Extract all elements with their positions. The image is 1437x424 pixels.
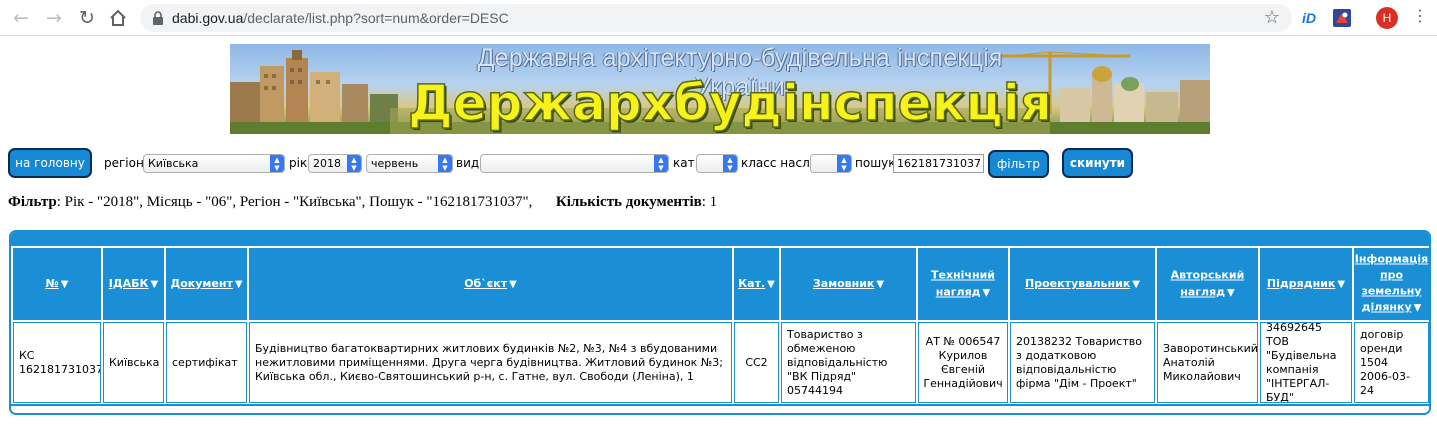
table-cell-customer: Товариство з обмеженою відповідальністю …	[781, 322, 916, 403]
table-cell-idabk: Київська	[103, 322, 164, 403]
table-cell-tech-supervision: АТ № 006547 Курилов Євгеній Геннадійович	[918, 322, 1008, 403]
column-header-tech-supervision[interactable]: Технічний нагляд ▼	[918, 248, 1008, 320]
url-text: dabi.gov.ua/declarate/list.php?sort=num&…	[172, 10, 509, 26]
select-arrows-icon: ▲ ▼	[270, 155, 284, 172]
sort-down-icon: ▼	[60, 279, 69, 290]
forward-arrow-icon[interactable]: →	[43, 7, 65, 29]
sort-link-land-info[interactable]: Інформація про земельну ділянку ▼	[1354, 252, 1429, 317]
column-header-document[interactable]: Документ ▼	[166, 248, 247, 320]
sort-down-icon: ▼	[150, 279, 159, 290]
table-cell-object: Будівництво багатоквартирних житлових бу…	[249, 322, 732, 403]
sort-link-idabk[interactable]: ІДАБК ▼	[103, 275, 164, 293]
extension-icon[interactable]	[1333, 9, 1351, 27]
column-header-number[interactable]: № ▼	[13, 248, 101, 320]
column-header-land-info[interactable]: Інформація про земельну ділянку ▼	[1354, 248, 1429, 320]
reload-icon[interactable]: ↻	[76, 7, 98, 29]
search-label: пошук	[855, 156, 896, 170]
sort-link-author-supervision[interactable]: Авторський нагляд ▼	[1157, 267, 1258, 302]
table-cell-designer: 20138232 Товариство з додатковою відпові…	[1010, 322, 1155, 403]
table-cell-contractor: 34692645 ТОВ "Будівельна компанія "ІНТЕР…	[1260, 322, 1352, 403]
column-header-customer[interactable]: Замовник ▼	[781, 248, 916, 320]
column-header-author-supervision[interactable]: Авторський нагляд ▼	[1157, 248, 1258, 320]
sort-link-object[interactable]: Об`єкт ▼	[249, 275, 732, 293]
table-cell-author-supervision: Заворотинський Анатолій Миколайович	[1157, 322, 1258, 403]
sort-down-icon: ▼	[982, 287, 991, 299]
sort-link-document[interactable]: Документ ▼	[166, 275, 247, 293]
column-header-object[interactable]: Об`єкт ▼	[249, 248, 732, 320]
site-banner: Державна архітектурно-будівельна інспекц…	[230, 44, 1210, 134]
sort-link-tech-supervision[interactable]: Технічний нагляд ▼	[918, 267, 1008, 302]
table-cell-document: сертифікат	[166, 322, 247, 403]
select-arrows-icon: ▲ ▼	[723, 155, 737, 172]
extension-id-icon[interactable]: iD	[1300, 9, 1318, 27]
select-arrows-icon: ▲ ▼	[654, 155, 668, 172]
reset-button[interactable]: скинути	[1062, 148, 1133, 178]
sort-link-category[interactable]: Кат. ▼	[734, 275, 779, 293]
year-select-value: 2018	[313, 157, 341, 170]
type-label: вид	[456, 156, 480, 170]
sort-down-icon: ▼	[234, 279, 243, 290]
search-input[interactable]: 162181731037	[893, 154, 984, 173]
home-button[interactable]: на головну	[8, 148, 92, 178]
table-bottom-bar	[11, 404, 1429, 413]
year-select[interactable]: 2018 ▲ ▼	[308, 154, 362, 173]
address-bar[interactable]: dabi.gov.ua/declarate/list.php?sort=num&…	[140, 4, 1292, 32]
column-header-category[interactable]: Кат. ▼	[734, 248, 779, 320]
select-arrows-icon: ▲ ▼	[837, 155, 851, 172]
sort-link-number[interactable]: № ▼	[13, 275, 101, 293]
sort-down-icon: ▼	[1413, 302, 1422, 314]
filter-summary-label: Фільтр	[8, 194, 57, 210]
filter-summary: Фільтр: Рік - "2018", Місяць - "06", Рег…	[8, 194, 717, 211]
table-cell-category: СС2	[734, 322, 779, 403]
sort-link-contractor[interactable]: Підрядник ▼	[1260, 275, 1352, 293]
month-select-value: червень	[371, 157, 419, 170]
sort-down-icon: ▼	[767, 279, 775, 290]
lock-icon	[153, 11, 163, 25]
region-select[interactable]: Київська ▲ ▼	[143, 154, 285, 173]
select-arrows-icon: ▲ ▼	[347, 155, 361, 172]
sort-link-customer[interactable]: Замовник ▼	[781, 275, 916, 293]
table-cell-land-info: договір оренди 1504 2006-03-24	[1354, 322, 1429, 403]
profile-avatar[interactable]: H	[1376, 7, 1398, 29]
filter-button[interactable]: фільтр	[988, 150, 1049, 178]
bookmark-star-icon[interactable]: ☆	[1264, 7, 1280, 28]
browser-menu-icon[interactable]: ⋮	[1412, 6, 1428, 25]
sort-link-designer[interactable]: Проектувальник ▼	[1010, 275, 1155, 293]
banner-title: Держархбудінспекція України	[407, 73, 1052, 134]
category-select[interactable]: ▲ ▼	[696, 154, 738, 173]
table-cell-number: КС 162181731037	[13, 322, 101, 403]
month-select[interactable]: червень ▲ ▼	[366, 154, 453, 173]
type-select[interactable]: ▲ ▼	[480, 154, 669, 173]
document-count-label: Кількість документів	[555, 194, 702, 210]
column-header-designer[interactable]: Проектувальник ▼	[1010, 248, 1155, 320]
sort-down-icon: ▼	[509, 279, 517, 290]
class-select[interactable]: ▲ ▼	[810, 154, 852, 173]
sort-down-icon: ▼	[1132, 279, 1140, 290]
back-arrow-icon[interactable]: ←	[10, 7, 32, 29]
region-label: регіон	[104, 156, 144, 170]
category-label: кат.	[673, 156, 699, 170]
declarations-table: № ▼ ІДАБК ▼ Документ ▼ Об`єкт ▼ Кат. ▼ Замовн…	[9, 230, 1431, 415]
region-select-value: Київська	[148, 157, 199, 170]
column-header-idabk[interactable]: ІДАБК ▼	[103, 248, 164, 320]
sort-down-icon: ▼	[1337, 279, 1346, 290]
select-arrows-icon: ▲ ▼	[438, 155, 452, 172]
url-path: /declarate/list.php?sort=num&order=DESC	[243, 10, 509, 26]
document-count-value: : 1	[701, 194, 718, 210]
url-host: dabi.gov.ua	[172, 10, 244, 26]
browser-toolbar: ← → ↻ dabi.gov.ua/declarate/list.php?sor…	[0, 0, 1437, 36]
filter-summary-text: : Рік - "2018", Місяць - "06", Регіон - …	[56, 194, 533, 210]
sort-down-icon: ▼	[1227, 287, 1235, 299]
sort-down-icon: ▼	[876, 279, 885, 290]
table-top-bar	[11, 232, 1429, 246]
home-icon[interactable]	[107, 7, 129, 29]
year-label: рік	[289, 156, 308, 170]
column-header-contractor[interactable]: Підрядник ▼	[1260, 248, 1352, 320]
class-label: класс насл.	[741, 156, 814, 170]
